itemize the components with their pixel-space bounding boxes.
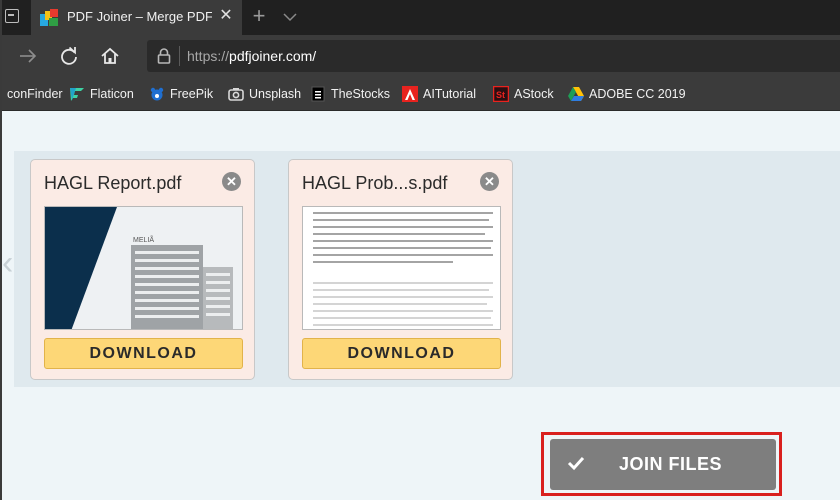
flaticon-icon [69,86,85,102]
checkmark-icon [566,453,586,473]
pdf-thumbnail: MELIÃ [44,206,243,330]
bookmarks-bar: conFinder Flaticon FreePik Unsplash TheS… [2,77,840,111]
tab-strip: PDF Joiner – Merge PDF ✕ + [2,0,840,35]
remove-file-icon[interactable]: ✕ [480,172,499,191]
pdfjoiner-favicon-icon [40,9,58,26]
url-protocol: https:// [187,48,230,64]
forward-icon[interactable] [16,44,40,68]
address-bar[interactable]: https://pdfjoiner.com/ [147,40,840,72]
freepik-icon [149,86,165,102]
browser-window: PDF Joiner – Merge PDF ✕ + https://pdfjo… [0,0,840,500]
adobe-icon [402,86,418,102]
file-name: HAGL Prob...s.pdf [302,173,448,193]
url-text[interactable]: https://pdfjoiner.com/ [187,48,316,64]
close-tab-icon[interactable]: ✕ [217,7,235,25]
bookmark-label: FreePik [170,87,214,101]
bookmark-label: AStock [514,87,554,101]
tab-title: PDF Joiner – Merge PDF [67,9,212,24]
join-files-button[interactable]: JOIN FILES [550,439,776,490]
adobe-stock-icon: St [492,85,510,103]
join-files-label: JOIN FILES [619,454,723,474]
bookmark-label: AITutorial [423,87,477,101]
google-drive-icon [568,86,584,102]
browser-tab[interactable]: PDF Joiner – Merge PDF ✕ [31,0,242,35]
bookmark-label: conFinder [7,87,63,101]
bookmark-label: ADOBE CC 2019 [589,87,686,101]
lock-icon[interactable] [157,48,171,64]
unsplash-icon [228,86,244,102]
file-name: HAGL Report.pdf [44,173,182,193]
svg-text:St: St [496,90,505,100]
pdf-thumbnail [302,206,501,330]
chevron-down-icon[interactable] [281,8,299,26]
thumbnail-logo-text: MELIÃ [133,235,154,244]
download-button[interactable]: DOWNLOAD [302,338,501,369]
home-icon[interactable] [98,44,122,68]
file-card[interactable]: HAGL Prob...s.pdf ✕ DOWNLOAD [288,159,513,380]
remove-file-icon[interactable]: ✕ [222,172,241,191]
url-host: pdfjoiner.com/ [229,48,317,64]
thestocks-icon [310,86,326,102]
bookmark-label: Flaticon [90,87,134,101]
navigation-bar: https://pdfjoiner.com/ [2,35,840,77]
address-separator [179,46,180,66]
tab-actions-icon[interactable] [5,9,19,23]
new-tab-icon[interactable]: + [249,4,269,28]
scroll-left-icon[interactable]: ‹ [2,243,13,283]
bookmark-label: Unsplash [249,87,302,101]
refresh-icon[interactable] [57,44,81,68]
file-card[interactable]: HAGL Report.pdf ✕ MELIÃ DOWNLOAD [30,159,255,380]
download-button[interactable]: DOWNLOAD [44,338,243,369]
bookmark-label: TheStocks [331,87,391,101]
